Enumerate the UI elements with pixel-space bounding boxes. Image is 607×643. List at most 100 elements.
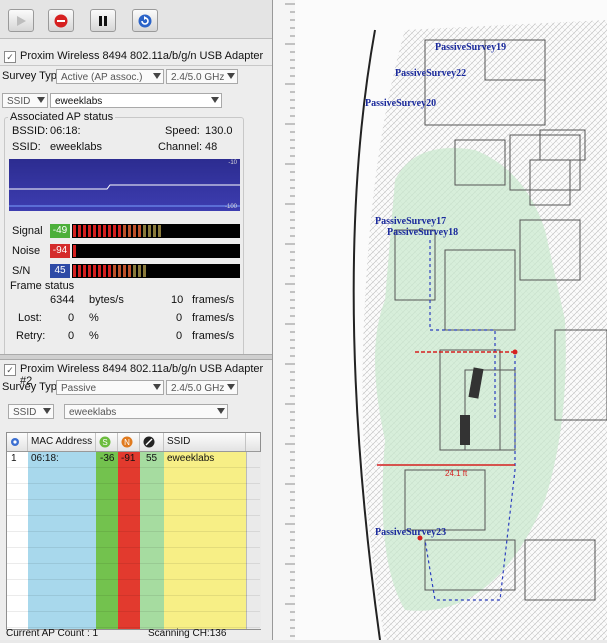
graph-bottom-label: -100 bbox=[225, 204, 237, 210]
meter-segment bbox=[103, 225, 106, 237]
lost-value: 0 bbox=[68, 312, 74, 324]
meter-segment bbox=[143, 225, 146, 237]
meter-segment bbox=[88, 225, 91, 237]
band-select-2[interactable]: 2.4/5.0 GHz bbox=[166, 380, 238, 395]
ssid-value: eweeklabs bbox=[50, 141, 102, 153]
meter-segment bbox=[108, 225, 111, 237]
pause-icon bbox=[97, 15, 109, 27]
table-gridline bbox=[7, 563, 260, 564]
table-header: MAC Address S N SSID bbox=[7, 433, 260, 452]
meter-segment bbox=[108, 265, 111, 277]
col-sn-header[interactable] bbox=[140, 433, 164, 451]
col-mac-header[interactable]: MAC Address bbox=[28, 433, 96, 451]
meter-segment bbox=[123, 265, 126, 277]
meter-bar-1 bbox=[72, 244, 240, 258]
meter-segment bbox=[103, 265, 106, 277]
survey-type-select-2[interactable]: Passive bbox=[56, 380, 164, 395]
survey-label-23[interactable]: PassiveSurvey23 bbox=[375, 527, 446, 538]
filter-value-select-2[interactable]: eweeklabs bbox=[64, 404, 228, 419]
ap-table: MAC Address S N SSID 1 06:18: -36 -91 55… bbox=[6, 432, 261, 630]
filter-field-select[interactable]: SSID bbox=[2, 93, 48, 108]
meter-label-1: Noise bbox=[12, 245, 40, 257]
chevron-down-icon bbox=[211, 97, 219, 103]
floor-plan-map[interactable]: 24.1 ft PassiveSurvey19 PassiveSurvey22 … bbox=[295, 0, 607, 640]
bssid-label: BSSID: bbox=[12, 125, 48, 137]
col-signal-header[interactable]: S bbox=[96, 433, 118, 451]
meter-segment bbox=[158, 225, 161, 237]
ssid-label: SSID: bbox=[12, 141, 41, 153]
row-ssid: eweeklabs bbox=[167, 453, 214, 464]
table-gridline bbox=[7, 483, 260, 484]
survey-label-22[interactable]: PassiveSurvey22 bbox=[395, 68, 466, 79]
stop-button[interactable] bbox=[48, 9, 74, 32]
survey-type-select[interactable]: Active (AP assoc.) bbox=[56, 69, 164, 84]
adapter1-checkbox[interactable]: ✓ bbox=[4, 51, 16, 63]
meter-bar-2 bbox=[72, 264, 240, 278]
survey-label-17[interactable]: PassiveSurvey17 bbox=[375, 216, 446, 227]
col-ssid-header[interactable]: SSID bbox=[164, 433, 246, 451]
frames-unit: frames/s bbox=[192, 294, 234, 306]
survey-panel: ✓ Proxim Wireless 8494 802.11a/b/g/n USB… bbox=[0, 0, 272, 640]
meter-label-2: S/N bbox=[12, 265, 30, 277]
status-bar: Current AP Count : 1 Scanning CH:136 bbox=[0, 628, 272, 640]
panel-splitter[interactable] bbox=[0, 354, 272, 360]
chevron-down-icon bbox=[37, 97, 45, 103]
filter-value-select[interactable]: eweeklabs bbox=[50, 93, 222, 108]
col-noise-header[interactable]: N bbox=[118, 433, 140, 451]
meter-value-1: -94 bbox=[50, 244, 70, 258]
retry-frames: 0 bbox=[176, 330, 182, 342]
adapter1-header[interactable]: ✓ Proxim Wireless 8494 802.11a/b/g/n USB… bbox=[0, 48, 272, 66]
row-sn: 55 bbox=[146, 453, 157, 464]
table-scrollbar[interactable] bbox=[246, 452, 261, 629]
bssid-value: 06:18: bbox=[50, 125, 81, 137]
pause-button[interactable] bbox=[90, 9, 116, 32]
stop-icon bbox=[54, 14, 68, 28]
col-num-header[interactable] bbox=[7, 433, 28, 451]
meter-segment bbox=[143, 265, 146, 277]
row-signal: -36 bbox=[100, 453, 114, 464]
meter-label-0: Signal bbox=[12, 225, 43, 237]
chevron-down-icon bbox=[153, 384, 161, 390]
filter-field-select-2[interactable]: SSID bbox=[8, 404, 54, 419]
meter-segment bbox=[98, 265, 101, 277]
survey-type-label: Survey Type bbox=[2, 70, 63, 82]
meter-segment bbox=[148, 225, 151, 237]
survey-point[interactable] bbox=[513, 350, 518, 355]
settings-icon bbox=[10, 437, 20, 447]
adapter2-header[interactable]: ✓ Proxim Wireless 8494 802.11a/b/g/n USB… bbox=[0, 361, 272, 379]
lost-unit: frames/s bbox=[192, 312, 234, 324]
survey-label-19[interactable]: PassiveSurvey19 bbox=[435, 42, 506, 53]
vertical-ruler[interactable] bbox=[272, 0, 296, 640]
channel-value: 48 bbox=[205, 141, 217, 153]
play-icon bbox=[15, 15, 27, 27]
play-button[interactable] bbox=[8, 9, 34, 32]
meter-segment bbox=[73, 225, 76, 237]
bytes-value: 6344 bbox=[50, 294, 74, 306]
meter-segment bbox=[98, 225, 101, 237]
adapter2-checkbox[interactable]: ✓ bbox=[4, 364, 16, 376]
lost-label: Lost: bbox=[18, 312, 42, 324]
signal-history-line bbox=[9, 159, 240, 211]
meter-segment bbox=[123, 225, 126, 237]
meter-segment bbox=[133, 265, 136, 277]
chevron-down-icon bbox=[217, 408, 225, 414]
noise-column bbox=[118, 452, 140, 629]
table-gridline bbox=[7, 579, 260, 580]
ssid-column bbox=[164, 452, 246, 629]
meter-segment bbox=[153, 225, 156, 237]
ruler-ticks bbox=[273, 0, 295, 640]
ap-count: Current AP Count : 1 bbox=[6, 628, 98, 639]
table-gridline bbox=[7, 595, 260, 596]
survey-label-18[interactable]: PassiveSurvey18 bbox=[387, 227, 458, 238]
meter-segment bbox=[113, 265, 116, 277]
table-gridline bbox=[7, 499, 260, 500]
band-select[interactable]: 2.4/5.0 GHz bbox=[166, 69, 238, 84]
refresh-button[interactable] bbox=[132, 9, 158, 32]
meter-segment bbox=[118, 265, 121, 277]
lost-frames: 0 bbox=[176, 312, 182, 324]
snr-icon bbox=[143, 436, 155, 448]
graph-top-label: -10 bbox=[228, 160, 237, 166]
survey-label-20[interactable]: PassiveSurvey20 bbox=[365, 98, 436, 109]
bytes-unit: bytes/s bbox=[89, 294, 124, 306]
meter-segment bbox=[78, 265, 81, 277]
